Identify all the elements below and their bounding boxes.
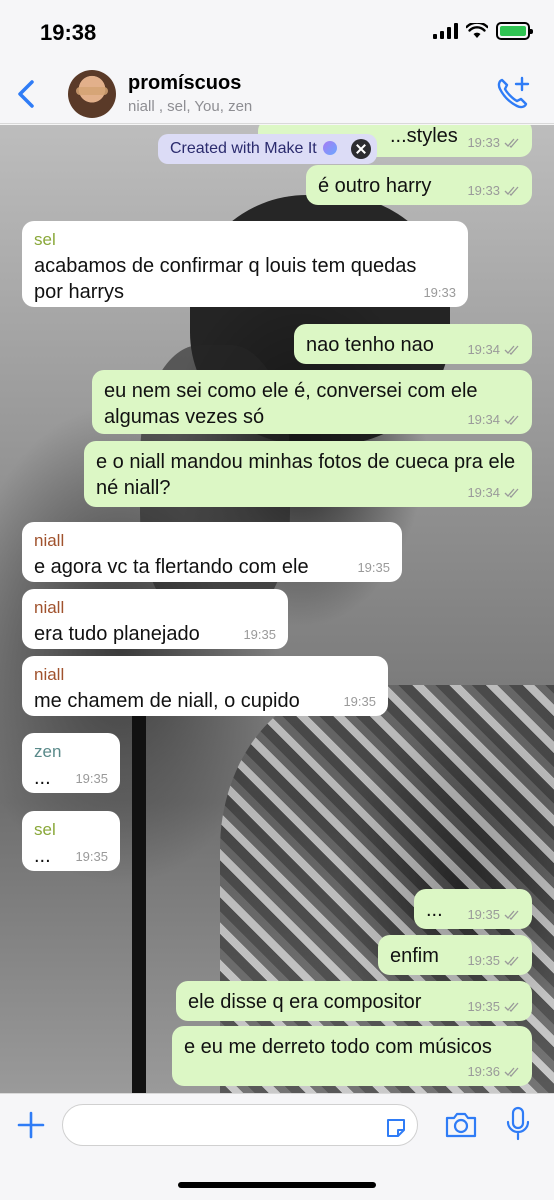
message-time: 19:33 — [423, 285, 456, 300]
double-check-icon — [504, 1067, 519, 1077]
camera-icon[interactable] — [444, 1110, 478, 1140]
message-meta: 19:34 — [467, 412, 520, 428]
double-check-icon — [504, 415, 519, 425]
message-bubble[interactable]: zen ... 19:35 — [22, 733, 120, 793]
message-text: acabamos de confirmar q louis tem quedas… — [34, 255, 417, 303]
message-sender: niall — [34, 531, 65, 550]
message-bubble[interactable]: sel acabamos de confirmar q louis tem qu… — [22, 221, 468, 307]
message-meta: 19:33 — [467, 183, 520, 199]
message-input[interactable] — [62, 1104, 418, 1146]
message-bubble[interactable]: eu nem sei como ele é, conversei com ele… — [92, 370, 532, 434]
message-bubble[interactable]: niall me chamem de niall, o cupido 19:35 — [22, 656, 388, 716]
message-meta: 19:35 — [467, 999, 520, 1015]
message-bubble[interactable]: ... 19:35 — [414, 889, 532, 929]
double-check-icon — [504, 910, 519, 920]
close-icon[interactable] — [350, 139, 371, 159]
message-bubble[interactable]: sel ... 19:35 — [22, 811, 120, 871]
double-check-icon — [504, 138, 519, 148]
double-check-icon — [504, 488, 519, 498]
message-bubble[interactable]: é outro harry 19:33 — [306, 165, 532, 205]
message-time: 19:34 — [467, 412, 500, 427]
message-meta: 19:34 — [467, 485, 520, 501]
signal-icon — [433, 23, 458, 39]
message-meta: 19:35 — [467, 907, 520, 923]
message-text: era tudo planejado — [34, 623, 200, 645]
sparkle-icon — [322, 141, 337, 155]
sticker-icon[interactable] — [384, 1116, 408, 1140]
message-time: 19:33 — [467, 135, 500, 150]
message-text: eu nem sei como ele é, conversei com ele… — [104, 380, 478, 428]
status-bar: 19:38 — [0, 0, 554, 64]
message-text: e o niall mandou minhas fotos de cueca p… — [96, 451, 516, 499]
message-sender: niall — [34, 665, 65, 684]
message-bubble[interactable]: e o niall mandou minhas fotos de cueca p… — [84, 441, 532, 507]
message-time: 19:35 — [243, 627, 276, 642]
message-sender: zen — [34, 742, 62, 761]
message-time: 19:35 — [467, 953, 500, 968]
chat-header: promíscuos niall , sel, You, zen — [0, 64, 554, 124]
message-time: 19:35 — [357, 560, 390, 575]
home-indicator[interactable] — [178, 1182, 376, 1188]
message-time: 19:34 — [467, 342, 500, 357]
message-meta: 19:34 — [467, 342, 520, 358]
message-meta: 19:36 — [467, 1064, 520, 1080]
message-time: 19:33 — [467, 183, 500, 198]
message-time: 19:35 — [343, 694, 376, 709]
group-avatar[interactable] — [68, 70, 116, 118]
double-check-icon — [504, 186, 519, 196]
message-time: 19:35 — [75, 849, 108, 864]
message-bubble[interactable]: niall era tudo planejado 19:35 — [22, 589, 288, 649]
message-text: e eu me derreto todo com músicos — [184, 1036, 492, 1058]
message-time: 19:36 — [467, 1064, 500, 1079]
chat-participants[interactable]: niall , sel, You, zen — [128, 98, 252, 115]
message-meta: 19:33 — [467, 135, 520, 151]
message-bubble[interactable]: enfim 19:35 — [378, 935, 532, 975]
message-bubble[interactable]: niall e agora vc ta flertando com ele 19… — [22, 522, 402, 582]
made-with-badge[interactable]: Created with Make It — [158, 134, 377, 164]
double-check-icon — [504, 345, 519, 355]
message-bubble[interactable]: ele disse q era compositor 19:35 — [176, 981, 532, 1021]
battery-icon — [496, 22, 533, 40]
message-text: me chamem de niall, o cupido — [34, 690, 300, 712]
wifi-icon — [466, 23, 488, 38]
message-time: 19:34 — [467, 485, 500, 500]
input-bar — [0, 1093, 554, 1200]
wallpaper-mic-stand — [132, 685, 146, 1093]
message-meta: 19:35 — [467, 953, 520, 969]
message-sender: sel — [34, 230, 56, 249]
badge-label: Created with Make It — [170, 140, 317, 157]
message-time: 19:35 — [467, 999, 500, 1014]
message-time: 19:35 — [467, 907, 500, 922]
message-sender: sel — [34, 820, 56, 839]
back-chevron-icon[interactable] — [12, 74, 42, 114]
double-check-icon — [504, 1002, 519, 1012]
chat-area[interactable]: Created with Make It ...styles 19:33 é o… — [0, 125, 554, 1093]
message-bubble[interactable]: nao tenho nao 19:34 — [294, 324, 532, 364]
message-sender: niall — [34, 598, 65, 617]
status-time: 19:38 — [40, 20, 97, 45]
message-bubble[interactable]: e eu me derreto todo com músicos 19:36 — [172, 1026, 532, 1086]
microphone-icon[interactable] — [504, 1106, 532, 1142]
message-text: e agora vc ta flertando com ele — [34, 556, 309, 578]
add-call-icon[interactable] — [496, 76, 530, 110]
plus-icon[interactable] — [16, 1110, 46, 1140]
message-time: 19:35 — [75, 771, 108, 786]
double-check-icon — [504, 956, 519, 966]
chat-title[interactable]: promíscuos — [128, 72, 241, 95]
status-icons — [433, 22, 533, 40]
